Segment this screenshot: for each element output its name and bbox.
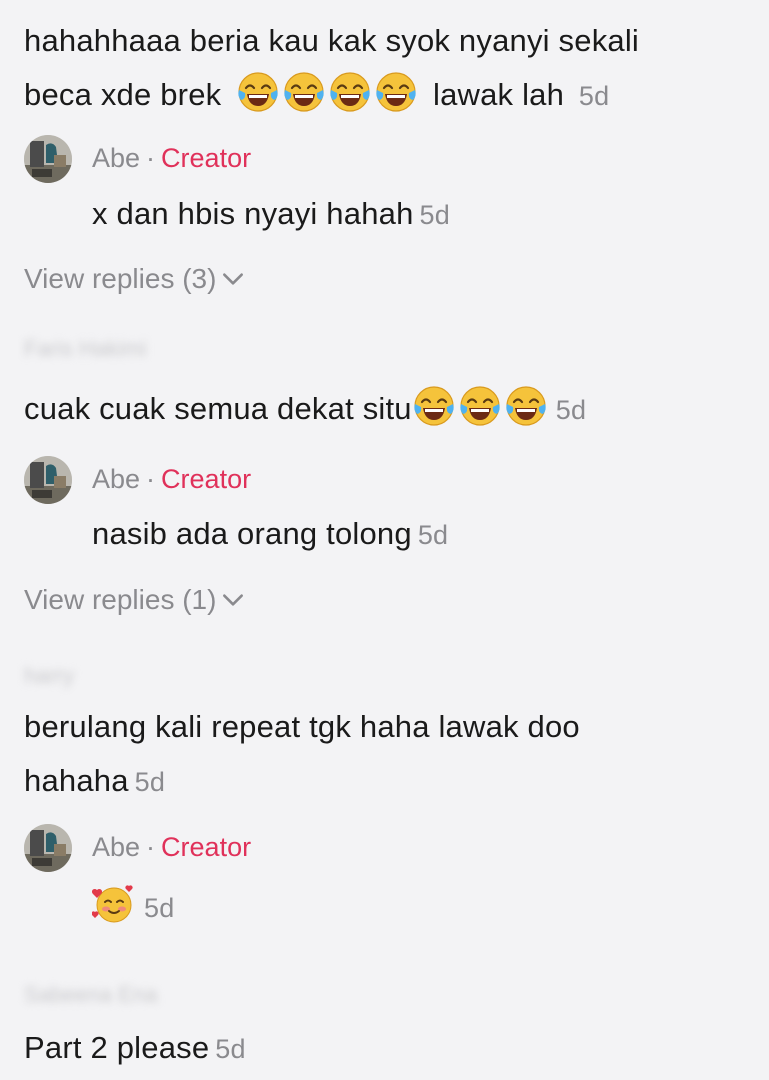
- avatar[interactable]: [24, 824, 72, 872]
- laugh-emoji-group: [412, 391, 550, 426]
- comment-3-line1: berulang kali repeat tgk haha lawak doo: [24, 709, 580, 744]
- comment-1-line2-text: beca xde brek: [24, 77, 222, 112]
- view-replies-label: View replies (1): [24, 584, 217, 615]
- creator-badge: Creator: [161, 832, 252, 862]
- tears-of-joy-icon: [374, 70, 418, 114]
- avatar[interactable]: [24, 135, 72, 183]
- comment-time: 5d: [215, 1034, 246, 1064]
- reply-time: 5d: [419, 200, 450, 230]
- reply-3-header: Abe · Creator: [92, 830, 251, 864]
- comment-time: 5d: [134, 767, 166, 797]
- comment-2: cuak cuak semua dekat situ 5d: [24, 382, 586, 437]
- comment-time: 5d: [578, 81, 610, 111]
- avatar-image: [24, 135, 72, 183]
- tears-of-joy-icon: [412, 384, 456, 428]
- creator-badge: Creator: [161, 143, 252, 173]
- creator-badge: Creator: [161, 464, 252, 494]
- comment-3-line2: hahaha: [24, 763, 129, 798]
- reply-2-header: Abe · Creator: [92, 462, 251, 496]
- reply-author[interactable]: Abe: [92, 464, 140, 494]
- comment-author-blurred[interactable]: Sabeena Ena: [24, 982, 157, 1008]
- tears-of-joy-icon: [504, 384, 548, 428]
- view-replies-label: View replies (3): [24, 263, 217, 294]
- reply-time: 5d: [417, 520, 449, 550]
- comment-1-line2: beca xde brek lawak lah 5d: [24, 68, 759, 123]
- comment-author-blurred[interactable]: Faris Hakimi: [24, 336, 146, 362]
- separator-dot: ·: [146, 143, 156, 173]
- smiling-face-with-hearts-icon: [92, 882, 136, 926]
- comment-4-text: Part 2 please: [24, 1030, 210, 1065]
- comment-2-text: cuak cuak semua dekat situ: [24, 391, 412, 426]
- reply-text: nasib ada orang tolong: [92, 516, 412, 551]
- comment-1: hahahhaaa beria kau kak syok nyanyi seka…: [24, 14, 759, 123]
- avatar[interactable]: [24, 456, 72, 504]
- avatar-image: [24, 456, 72, 504]
- reply-text: x dan hbis nyayi hahah: [92, 196, 414, 231]
- tears-of-joy-icon: [458, 384, 502, 428]
- separator-dot: ·: [146, 464, 156, 494]
- tears-of-joy-icon: [236, 70, 280, 114]
- chevron-down-icon: [220, 587, 246, 613]
- tears-of-joy-icon: [328, 70, 372, 114]
- reply-1-header: Abe · Creator: [92, 141, 251, 175]
- comment-3: berulang kali repeat tgk haha lawak doo …: [24, 700, 759, 809]
- laugh-emoji-group: [236, 77, 420, 112]
- comment-1-line1: hahahhaaa beria kau kak syok nyanyi seka…: [24, 23, 640, 58]
- chevron-down-icon: [220, 266, 246, 292]
- comment-1-line2-after: lawak lah: [433, 77, 565, 112]
- comment-4: Part 2 please 5d: [24, 1021, 246, 1076]
- avatar-image: [24, 824, 72, 872]
- reply-1-text: x dan hbis nyayi hahah 5d: [92, 187, 450, 242]
- comments-list: hahahhaaa beria kau kak syok nyanyi seka…: [0, 0, 769, 1080]
- view-replies-button[interactable]: View replies (3): [24, 263, 246, 295]
- reply-2-text: nasib ada orang tolong 5d: [92, 507, 448, 562]
- reply-author[interactable]: Abe: [92, 143, 140, 173]
- comment-author-blurred[interactable]: harry: [24, 663, 74, 689]
- tears-of-joy-icon: [282, 70, 326, 114]
- reply-3-text: 5d: [92, 880, 174, 935]
- reply-author[interactable]: Abe: [92, 832, 140, 862]
- comment-time: 5d: [555, 395, 587, 425]
- separator-dot: ·: [146, 832, 156, 862]
- reply-time: 5d: [144, 893, 175, 923]
- view-replies-button[interactable]: View replies (1): [24, 584, 246, 616]
